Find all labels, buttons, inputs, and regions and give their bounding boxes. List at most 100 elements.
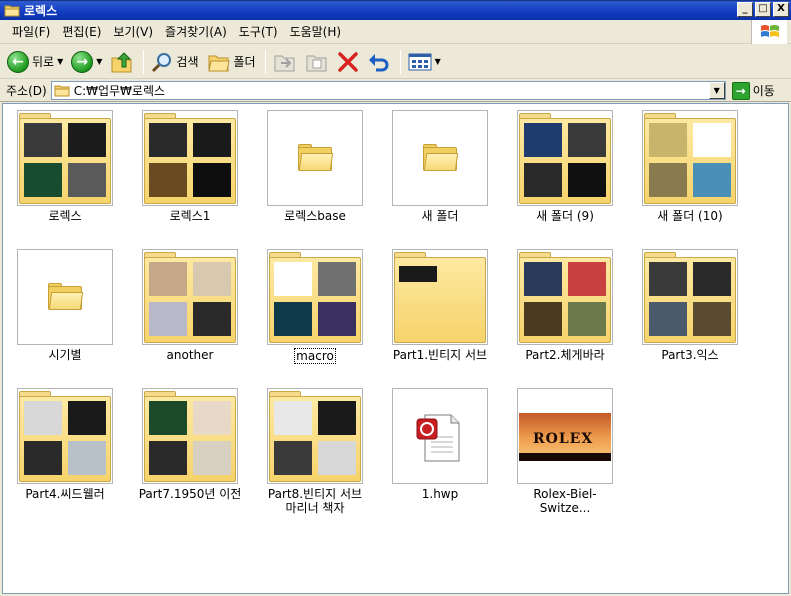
item-label: Part2.체게바라: [525, 348, 605, 362]
menu-edit[interactable]: 편집(E): [56, 21, 107, 42]
thumbnail-preview-image: [24, 401, 62, 435]
file-item[interactable]: Part2.체게바라: [510, 249, 620, 362]
thumbnail-preview-image: [193, 262, 231, 296]
file-item[interactable]: 1.hwp: [385, 388, 495, 501]
thumbnail-preview-image: [318, 401, 356, 435]
image-preview: ROLEX: [519, 413, 611, 461]
thumbnail-preview-image: [568, 123, 606, 157]
address-input[interactable]: C:₩업무₩로렉스 ▼: [50, 81, 726, 100]
maximize-button[interactable]: □: [755, 2, 771, 17]
file-list[interactable]: 로렉스 로렉스1 로렉스base 새 폴더 새 폴더 (9) 새 폴더 (10) 시기별 an…: [2, 103, 789, 594]
search-label: 검색: [176, 55, 199, 69]
copy-to-button[interactable]: [302, 48, 332, 76]
menu-help[interactable]: 도움말(H): [284, 21, 348, 42]
delete-button[interactable]: [334, 48, 362, 76]
thumbnail-preview-image: [274, 401, 312, 435]
search-button[interactable]: 검색: [148, 48, 201, 76]
views-icon: [408, 53, 432, 70]
file-item[interactable]: Part7.1950년 이전: [135, 388, 245, 501]
thumbnail-preview-image: [649, 262, 687, 296]
file-item[interactable]: 로렉스base: [260, 110, 370, 223]
file-item[interactable]: 로렉스: [10, 110, 120, 223]
folder-icon: [423, 144, 459, 171]
move-to-button[interactable]: [270, 48, 300, 76]
folder-icon: [54, 85, 70, 97]
menu-file[interactable]: 파일(F): [6, 21, 56, 42]
item-thumbnail: [517, 110, 613, 206]
thumbnail-preview-image: [68, 163, 106, 197]
thumbnail-preview-image: [568, 262, 606, 296]
thumbnail-preview-image: [524, 302, 562, 336]
item-thumbnail: [17, 110, 113, 206]
file-item[interactable]: 새 폴더 (9): [510, 110, 620, 223]
file-item[interactable]: Part1.빈티지 서브: [385, 249, 495, 362]
thumbnail-preview-image: [68, 441, 106, 475]
thumbnail-preview-image: [193, 441, 231, 475]
thumbnail-preview-image: [649, 302, 687, 336]
file-item[interactable]: Part3.익스: [635, 249, 745, 362]
toolbar-separator: [143, 49, 145, 74]
back-dropdown-icon[interactable]: ▼: [57, 57, 63, 66]
folders-button[interactable]: 폴더: [204, 48, 259, 76]
thumbnail-preview-image: [649, 123, 687, 157]
item-label: Part8.빈티지 서브마리너 책자: [267, 487, 363, 515]
go-button[interactable]: → 이동: [731, 81, 775, 100]
thumbnail-preview-image: [568, 163, 606, 197]
delete-icon: [337, 51, 358, 72]
up-folder-button[interactable]: [107, 48, 137, 76]
item-label: Rolex-Biel-Switze...: [533, 487, 597, 515]
item-thumbnail: [142, 388, 238, 484]
item-thumbnail: [642, 110, 738, 206]
thumbnail-preview-image: [524, 262, 562, 296]
file-item[interactable]: macro: [260, 249, 370, 364]
back-button[interactable]: ← 뒤로 ▼: [4, 48, 66, 76]
file-item[interactable]: 시기별: [10, 249, 120, 362]
item-thumbnail: [17, 249, 113, 345]
file-item[interactable]: 로렉스1: [135, 110, 245, 223]
item-thumbnail: [267, 110, 363, 206]
file-item[interactable]: Part4.씨드웰러: [10, 388, 120, 501]
item-thumbnail: [392, 110, 488, 206]
item-label: 1.hwp: [421, 487, 459, 501]
file-item[interactable]: 새 폴더 (10): [635, 110, 745, 223]
thumbnail-preview-image: [693, 302, 731, 336]
file-item[interactable]: ROLEX Rolex-Biel-Switze...: [510, 388, 620, 515]
minimize-button[interactable]: _: [737, 2, 753, 17]
undo-button[interactable]: [364, 48, 394, 76]
thumbnail-preview-image: [193, 401, 231, 435]
item-thumbnail: ROLEX: [517, 388, 613, 484]
item-label: 새 폴더: [421, 209, 459, 223]
item-thumbnail: [642, 249, 738, 345]
views-button[interactable]: ▼: [405, 48, 444, 76]
move-to-icon: [274, 55, 295, 71]
item-label: Part4.씨드웰러: [25, 487, 105, 501]
item-thumbnail: [517, 249, 613, 345]
forward-dropdown-icon[interactable]: ▼: [96, 57, 102, 66]
menu-favorites[interactable]: 즐겨찾기(A): [159, 21, 233, 42]
back-arrow-icon: ←: [7, 50, 29, 73]
file-item[interactable]: Part8.빈티지 서브마리너 책자: [260, 388, 370, 515]
thumbnail-preview-image: [524, 163, 562, 197]
item-label: 로렉스1: [169, 209, 211, 223]
menu-view[interactable]: 보기(V): [107, 21, 159, 42]
item-label: 새 폴더 (9): [536, 209, 594, 223]
item-label: 새 폴더 (10): [657, 209, 723, 223]
menu-bar: 파일(F) 편집(E) 보기(V) 즐겨찾기(A) 도구(T) 도움말(H): [0, 20, 791, 44]
item-label: Part7.1950년 이전: [138, 487, 242, 501]
forward-arrow-icon: →: [71, 50, 94, 73]
thumbnail-preview-image: [649, 163, 687, 197]
menu-tools[interactable]: 도구(T): [233, 21, 284, 42]
toolbar-separator: [399, 49, 401, 74]
thumbnail-preview-image: [399, 266, 437, 282]
address-dropdown-icon[interactable]: ▼: [708, 82, 725, 99]
title-bar[interactable]: 로렉스 _ □ X: [0, 0, 791, 20]
file-item[interactable]: 새 폴더: [385, 110, 495, 223]
file-item[interactable]: another: [135, 249, 245, 362]
close-button[interactable]: X: [773, 2, 789, 17]
thumbnail-preview-image: [318, 441, 356, 475]
item-label: Part3.익스: [661, 348, 719, 362]
thumbnail-preview-image: [24, 163, 62, 197]
forward-button[interactable]: → ▼: [68, 48, 105, 76]
toolbar: ← 뒤로 ▼ → ▼ 검색 폴더 ▼: [0, 45, 791, 79]
rolex-sign-text: ROLEX: [533, 431, 594, 447]
